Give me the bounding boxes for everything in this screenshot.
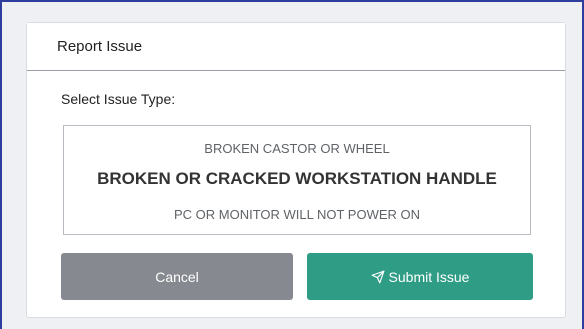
issue-type-prompt: Select Issue Type: <box>61 91 176 107</box>
issue-type-picker[interactable]: BROKEN CASTOR OR WHEEL BROKEN OR CRACKED… <box>63 125 531 235</box>
submit-issue-button[interactable]: Submit Issue <box>307 253 533 300</box>
picker-option[interactable]: PC OR MONITOR WILL NOT POWER ON <box>64 207 530 222</box>
submit-button-label: Submit Issue <box>388 268 470 285</box>
send-icon <box>371 270 385 284</box>
picker-option-selected[interactable]: BROKEN OR CRACKED WORKSTATION HANDLE <box>64 169 530 189</box>
report-issue-dialog: Report Issue Select Issue Type: BROKEN C… <box>26 22 566 318</box>
dialog-header: Report Issue <box>27 23 565 71</box>
cancel-button-label: Cancel <box>155 268 199 285</box>
dialog-title: Report Issue <box>57 38 143 55</box>
picker-option[interactable]: BROKEN CASTOR OR WHEEL <box>64 141 530 156</box>
cancel-button[interactable]: Cancel <box>61 253 293 300</box>
